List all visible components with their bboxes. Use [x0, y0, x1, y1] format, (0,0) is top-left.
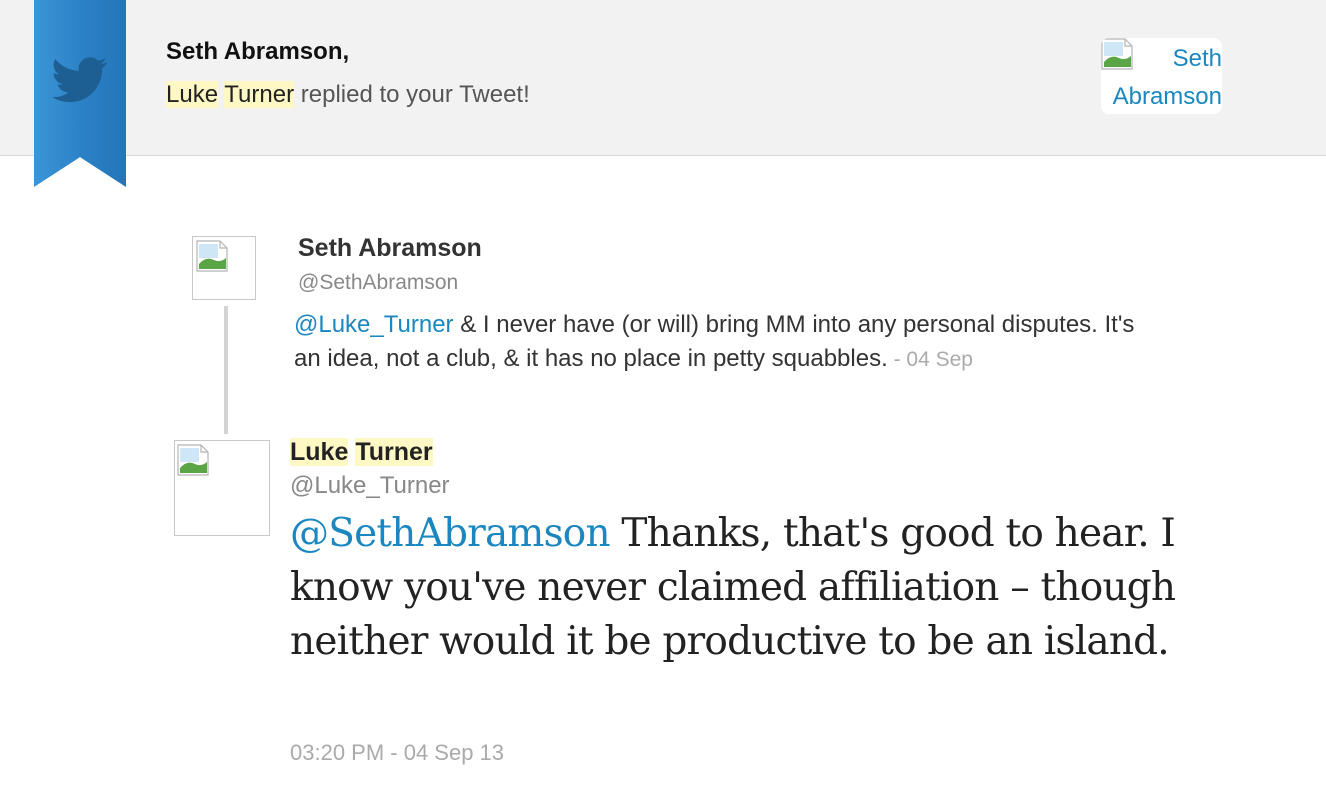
reply-author-last-name: Turner — [355, 438, 433, 466]
reply-timestamp[interactable]: 03:20 PM - 04 Sep 13 — [290, 740, 504, 766]
notification-action: replied to your Tweet! — [300, 81, 530, 108]
seth-avatar[interactable] — [192, 236, 256, 300]
notification-text: Luke Turner replied to your Tweet! — [166, 81, 530, 109]
broken-image-icon — [177, 444, 209, 476]
reply-author-handle[interactable]: @Luke_Turner — [290, 472, 450, 500]
twitter-ribbon — [34, 0, 126, 187]
original-tweet-text: @Luke_Turner & I never have (or will) br… — [294, 308, 1154, 377]
reply-tweet-text: @SethAbramson Thanks, that's good to hea… — [290, 507, 1190, 669]
original-tweet-date[interactable]: - 04 Sep — [888, 348, 973, 371]
recipient-name-link[interactable]: Seth Abramson — [1101, 40, 1222, 114]
notification-header: Seth Abramson, Luke Turner replied to yo… — [0, 0, 1326, 156]
reply-author-first-name: Luke — [290, 438, 349, 466]
thread-connector-line — [224, 306, 228, 434]
greeting-text: Seth Abramson, — [166, 38, 350, 65]
broken-image-icon — [196, 240, 228, 272]
recipient-avatar-link[interactable]: Seth Abramson — [1101, 38, 1222, 114]
twitter-bird-icon — [52, 57, 108, 103]
mention-link[interactable]: @SethAbramson — [290, 511, 611, 556]
replier-last-name: Turner — [224, 81, 295, 108]
luke-avatar[interactable] — [174, 440, 270, 536]
reply-author-name[interactable]: Luke Turner — [290, 438, 433, 467]
original-author-handle[interactable]: @SethAbramson — [298, 271, 458, 295]
original-author-name[interactable]: Seth Abramson — [298, 234, 482, 263]
mention-link[interactable]: @Luke_Turner — [294, 311, 454, 338]
replier-first-name: Luke — [166, 81, 219, 108]
